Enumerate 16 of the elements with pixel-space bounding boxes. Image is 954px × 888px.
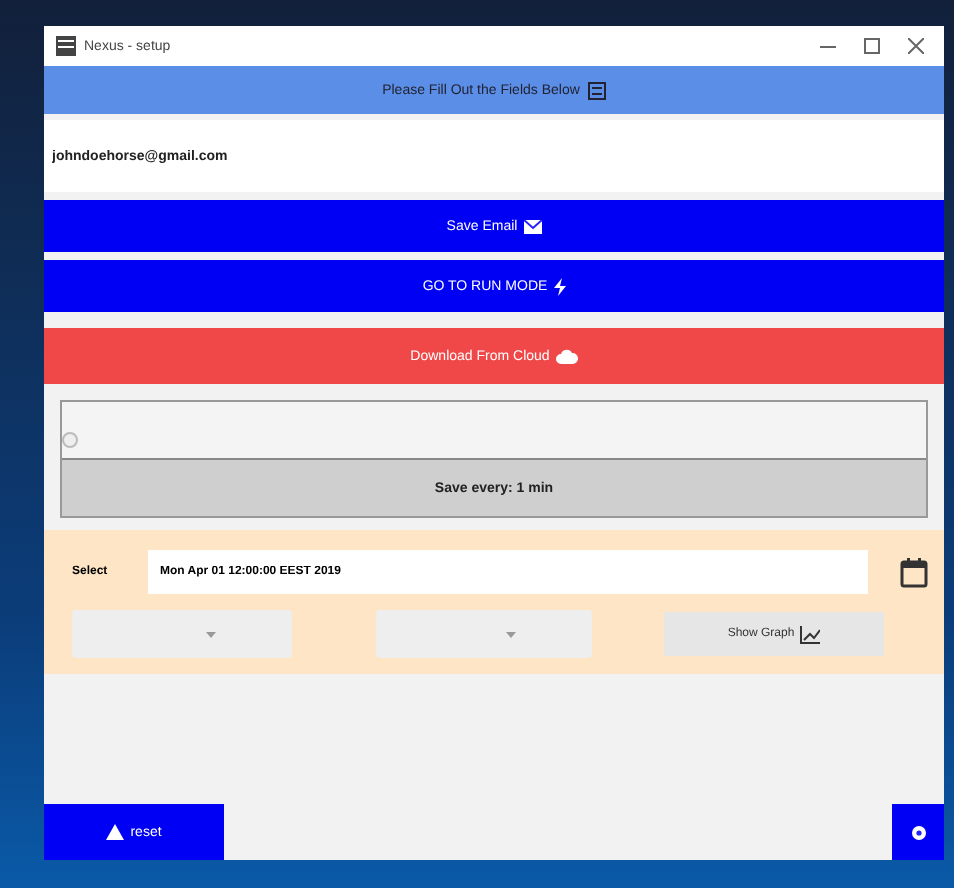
caret-icon xyxy=(506,631,516,637)
minimize-icon[interactable] xyxy=(820,45,836,47)
cloud-icon xyxy=(555,348,578,364)
maximize-icon[interactable] xyxy=(864,38,880,54)
caret-icon xyxy=(206,631,216,637)
slider-thumb[interactable] xyxy=(62,432,78,448)
envelope-icon xyxy=(523,219,542,233)
settings-icon xyxy=(909,823,927,841)
bolt-icon xyxy=(553,277,566,295)
settings-button[interactable] xyxy=(892,804,944,860)
app-icon xyxy=(56,36,76,56)
chart-icon xyxy=(800,625,821,643)
list-icon xyxy=(587,81,606,99)
calendar-icon[interactable] xyxy=(900,557,928,587)
warning-icon xyxy=(106,824,125,840)
close-icon[interactable] xyxy=(908,38,924,54)
